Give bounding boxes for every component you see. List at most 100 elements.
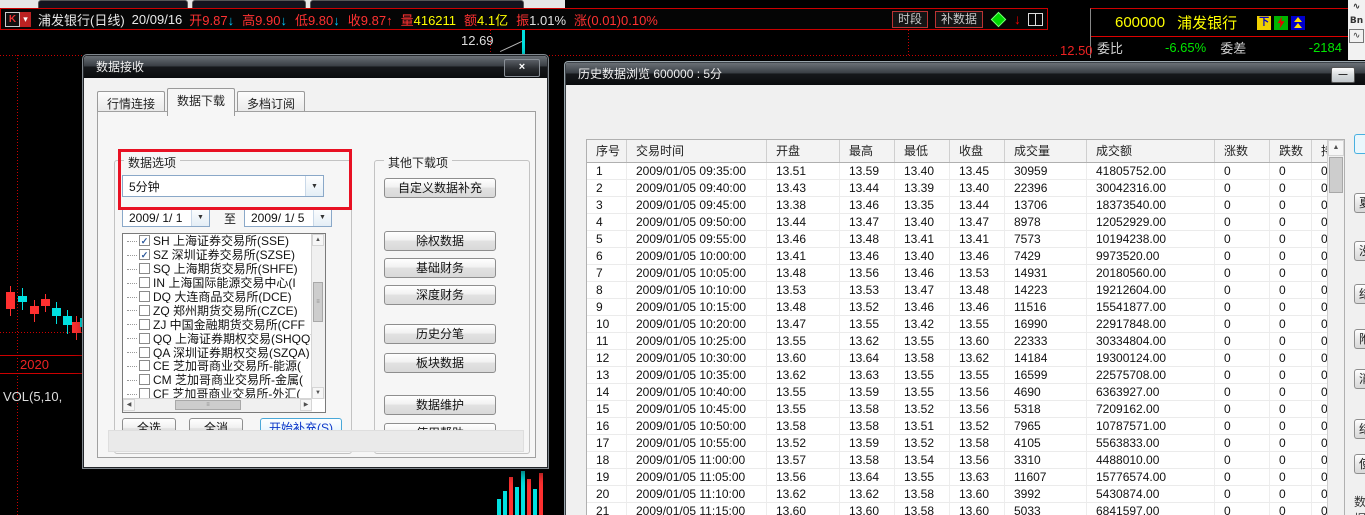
cell: 0	[1270, 469, 1312, 485]
table-row[interactable]: 5 2009/01/05 09:55:00 13.46 13.48 13.41 13.41…	[587, 231, 1344, 248]
table-row[interactable]: 10 2009/01/05 10:20:00 13.47 13.55 13.42 13.5…	[587, 316, 1344, 333]
cell: 13.58	[840, 418, 895, 434]
chevron-down-icon[interactable]: ▼	[191, 208, 209, 226]
table-row[interactable]: 20 2009/01/05 11:10:00 13.62 13.62 13.58 13.6…	[587, 486, 1344, 503]
close-icon[interactable]: ×	[504, 59, 540, 77]
exchange-item-CE[interactable]: CE 芝加哥商业交易所-能源(	[123, 359, 312, 373]
scroll-up-icon[interactable]: ▲	[312, 234, 324, 246]
scroll-thumb[interactable]: ≡	[313, 282, 323, 322]
chevron-down-icon[interactable]: ▼	[305, 176, 323, 196]
history-window-titlebar[interactable]: 历史数据浏览 600000 : 5分	[566, 63, 1365, 85]
data-maintain-button[interactable]: 数据维护	[384, 395, 496, 415]
checkbox[interactable]	[139, 332, 150, 344]
dialog-tab-2[interactable]: 数据下载	[167, 88, 236, 116]
table-row[interactable]: 6 2009/01/05 10:00:00 13.41 13.46 13.40 13.46…	[587, 248, 1344, 265]
exchange-item-SZ[interactable]: ✓ SZ 深圳证券交易所(SZSE)	[123, 248, 312, 262]
column-header-9[interactable]: 涨数	[1215, 140, 1270, 162]
list-hscrollbar[interactable]: ◀ ≡ ▶	[123, 398, 312, 412]
table-row[interactable]: 19 2009/01/05 11:05:00 13.56 13.64 13.55 13.6…	[587, 469, 1344, 486]
period-select[interactable]: 5分钟 ▼	[122, 175, 324, 197]
clipped-button[interactable]: 消	[1354, 369, 1365, 389]
checkbox[interactable]	[139, 360, 150, 372]
clipped-button[interactable]: 附	[1354, 329, 1365, 349]
exchange-item-CM[interactable]: CM 芝加哥商业交易所-金属(	[123, 373, 312, 387]
checkbox[interactable]	[139, 346, 150, 358]
table-row[interactable]: 8 2009/01/05 10:10:00 13.53 13.53 13.47 13.48…	[587, 282, 1344, 299]
clipped-button[interactable]: 结	[1354, 419, 1365, 439]
list-vscrollbar[interactable]: ▲ ≡ ▼	[311, 234, 325, 399]
column-header-4[interactable]: 最高	[840, 140, 895, 162]
date-from-select[interactable]: 2009/ 1/ 1 ▼	[122, 207, 210, 227]
column-header-8[interactable]: 成交额	[1087, 140, 1215, 162]
date-to-select[interactable]: 2009/ 1/ 5 ▼	[244, 207, 332, 227]
scroll-thumb[interactable]	[1329, 157, 1343, 193]
table-row[interactable]: 15 2009/01/05 10:45:00 13.55 13.58 13.52 13.5…	[587, 401, 1344, 418]
table-row[interactable]: 16 2009/01/05 10:50:00 13.58 13.58 13.51 13.5…	[587, 418, 1344, 435]
checkbox[interactable]	[139, 374, 150, 386]
chevron-down-icon[interactable]: ▼	[313, 208, 331, 226]
cell: 13.60	[950, 486, 1005, 502]
table-row[interactable]: 14 2009/01/05 10:40:00 13.55 13.59 13.55 13.5…	[587, 384, 1344, 401]
exright-data-button[interactable]: 除权数据	[384, 231, 496, 251]
checkbox[interactable]: ✓	[139, 235, 150, 247]
clipped-button[interactable]: 结	[1354, 284, 1365, 304]
table-row[interactable]: 1 2009/01/05 09:35:00 13.51 13.59 13.40 13.45…	[587, 163, 1344, 180]
table-scrollbar[interactable]: ▲	[1327, 140, 1344, 515]
column-header-1[interactable]: 序号	[587, 140, 627, 162]
clipped-button[interactable]: 使	[1354, 454, 1365, 474]
table-row[interactable]: 21 2009/01/05 11:15:00 13.60 13.60 13.58 13.6…	[587, 503, 1344, 515]
exchange-item-SH[interactable]: ✓ SH 上海证券交易所(SSE)	[123, 234, 312, 248]
bn-icon[interactable]: Bn	[1350, 15, 1363, 27]
dialog-titlebar[interactable]: 数据接收	[84, 56, 547, 78]
exchange-item-ZQ[interactable]: ZQ 郑州期货交易所(CZCE)	[123, 303, 312, 317]
column-header-5[interactable]: 最低	[895, 140, 950, 162]
table-row[interactable]: 2 2009/01/05 09:40:00 13.43 13.44 13.39 13.40…	[587, 180, 1344, 197]
column-header-6[interactable]: 收盘	[950, 140, 1005, 162]
scroll-down-icon[interactable]: ▼	[312, 387, 324, 399]
column-header-2[interactable]: 交易时间	[627, 140, 767, 162]
exchange-item-QQ[interactable]: QQ 上海证券期权交易(SHQQ)	[123, 331, 312, 345]
checkbox[interactable]: ✓	[139, 249, 150, 261]
sector-data-button[interactable]: 板块数据	[384, 353, 496, 373]
minimize-button[interactable]: —	[1331, 67, 1355, 83]
clipped-button[interactable]: 没	[1354, 241, 1365, 261]
scroll-up-icon[interactable]: ▲	[1328, 140, 1344, 156]
table-row[interactable]: 3 2009/01/05 09:45:00 13.38 13.46 13.35 13.44…	[587, 197, 1344, 214]
clipped-button[interactable]	[1354, 134, 1365, 154]
checkbox[interactable]	[139, 277, 150, 289]
table-row[interactable]: 11 2009/01/05 10:25:00 13.55 13.62 13.55 13.6…	[587, 333, 1344, 350]
table-row[interactable]: 17 2009/01/05 10:55:00 13.52 13.59 13.52 13.5…	[587, 435, 1344, 452]
table-row[interactable]: 7 2009/01/05 10:05:00 13.48 13.56 13.46 13.53…	[587, 265, 1344, 282]
table-row[interactable]: 18 2009/01/05 11:00:00 13.57 13.58 13.54 13.5…	[587, 452, 1344, 469]
wave-icon[interactable]: ∿	[1353, 1, 1361, 13]
table-row[interactable]: 9 2009/01/05 10:15:00 13.48 13.52 13.46 13.46…	[587, 299, 1344, 316]
exchange-item-IN[interactable]: IN 上海国际能源交易中心(I	[123, 276, 312, 290]
custom-fill-button[interactable]: 自定义数据补充	[384, 178, 496, 198]
table-row[interactable]: 4 2009/01/05 09:50:00 13.44 13.47 13.40 13.47…	[587, 214, 1344, 231]
other-downloads-group-label: 其他下载项	[384, 154, 453, 171]
scroll-right-icon[interactable]: ▶	[300, 399, 312, 411]
exchange-item-SQ[interactable]: SQ 上海期货交易所(SHFE)	[123, 262, 312, 276]
checkbox[interactable]	[139, 304, 150, 316]
exchange-item-QA[interactable]: QA 深圳证券期权交易(SZQA)	[123, 345, 312, 359]
volume-bar	[515, 487, 519, 515]
clipped-button[interactable]: 夏	[1354, 193, 1365, 213]
scroll-thumb[interactable]: ≡	[175, 400, 241, 410]
scroll-left-icon[interactable]: ◀	[123, 399, 135, 411]
peak-pointer-line	[499, 40, 523, 53]
checkbox[interactable]	[139, 263, 150, 275]
deep-finance-button[interactable]: 深度财务	[384, 285, 496, 305]
column-header-7[interactable]: 成交量	[1005, 140, 1087, 162]
wave-box-icon[interactable]: ∿	[1349, 29, 1364, 43]
column-header-3[interactable]: 开盘	[767, 140, 840, 162]
cell: 19212604.00	[1087, 282, 1215, 298]
basic-finance-button[interactable]: 基础财务	[384, 258, 496, 278]
checkbox[interactable]	[139, 291, 150, 302]
exchange-item-ZJ[interactable]: ZJ 中国金融期货交易所(CFF	[123, 317, 312, 331]
column-header-10[interactable]: 跌数	[1270, 140, 1312, 162]
tick-history-button[interactable]: 历史分笔	[384, 324, 496, 344]
table-row[interactable]: 13 2009/01/05 10:35:00 13.62 13.63 13.55 13.5…	[587, 367, 1344, 384]
exchange-item-DQ[interactable]: DQ 大连商品交易所(DCE)	[123, 290, 312, 303]
checkbox[interactable]	[139, 318, 150, 330]
table-row[interactable]: 12 2009/01/05 10:30:00 13.60 13.64 13.58 13.6…	[587, 350, 1344, 367]
